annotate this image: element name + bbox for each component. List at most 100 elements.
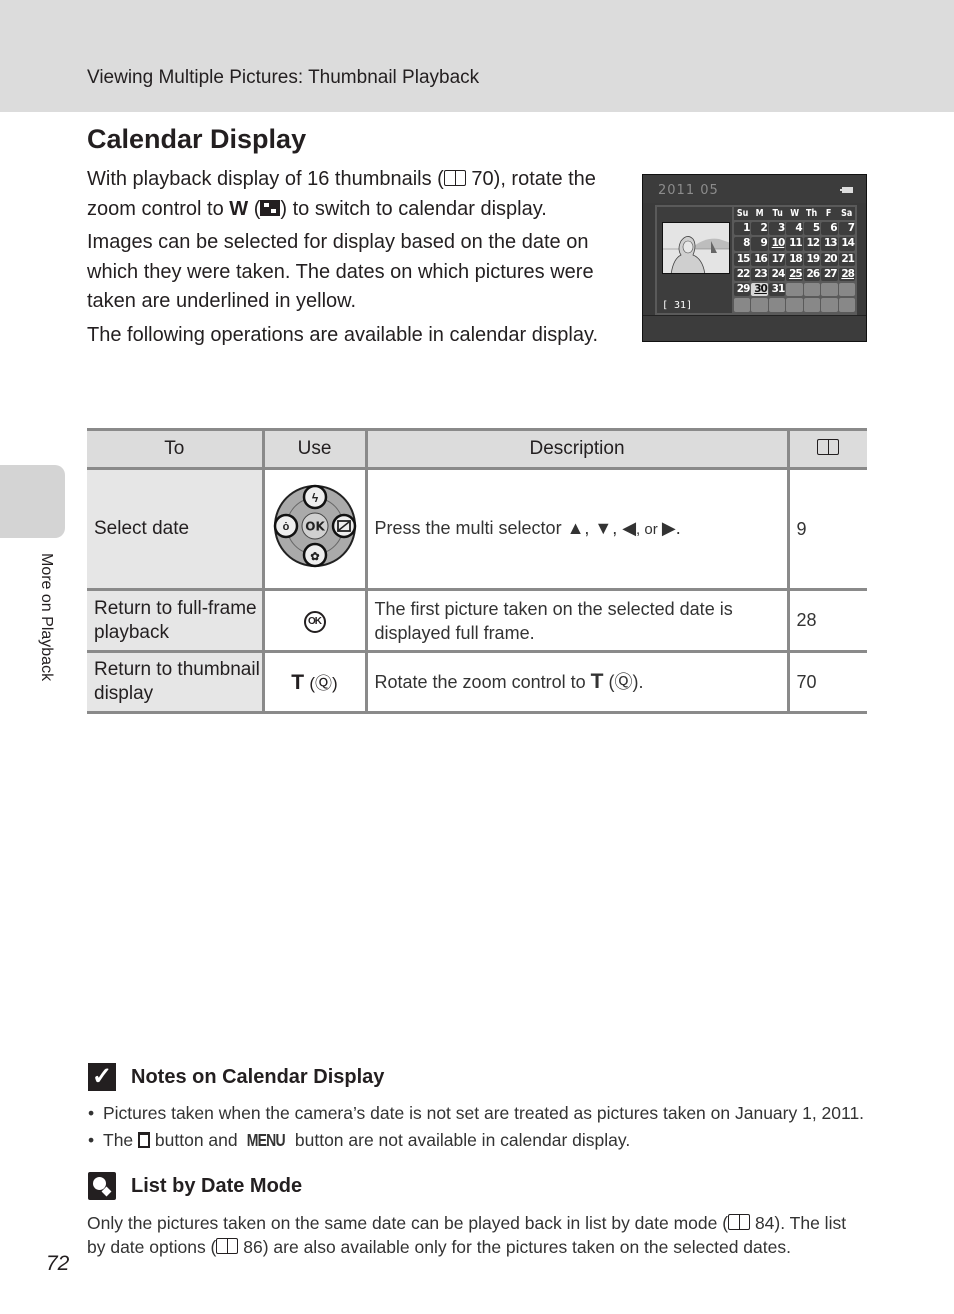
calendar-day[interactable]: 13 (821, 237, 838, 251)
operations-table: To Use Description Select date OK ϟ ✿ ȯ (87, 428, 867, 714)
table-header-row: To Use Description (87, 428, 867, 470)
weekday-label: Th (806, 208, 818, 219)
header-use: Use (261, 428, 368, 470)
svg-text:✿: ✿ (310, 551, 319, 563)
calendar-day[interactable]: 22 (734, 267, 750, 282)
calendar-day[interactable]: 29 (734, 283, 750, 297)
book-icon (728, 1214, 751, 1230)
calendar-day[interactable]: 14 (838, 237, 855, 251)
page-title: Calendar Display (87, 124, 307, 154)
calendar-day[interactable]: 28 (838, 267, 855, 282)
camera-top-bar: 2011 05 (643, 175, 866, 203)
notes-heading: ✓ Notes on Calendar Display (88, 1063, 384, 1091)
calendar-day[interactable]: 3 (768, 222, 785, 236)
weekday-label: F (826, 208, 832, 219)
calendar-day[interactable]: 25 (786, 267, 803, 282)
calendar-day[interactable]: 5 (803, 222, 820, 236)
menu-glyph: MENU (247, 1130, 286, 1150)
calendar-day (786, 298, 803, 312)
table-row: Return to full-frame playback OK The fir… (87, 588, 867, 653)
cell-description: Press the multi selector ▲, ▼, ◀, or ▶. (364, 467, 790, 591)
w-glyph: W (229, 197, 249, 220)
calendar: Su M Tu W Th F Sa 1 2 3 4 5 6 7 8 9 10 11 12 13 14 15 16 17 18 1… (734, 207, 855, 312)
calendar-day[interactable]: 9 (751, 237, 768, 251)
weekday-label: Sa (840, 208, 852, 219)
calendar-day[interactable]: 6 (821, 222, 838, 236)
calendar-day[interactable]: 10 (768, 237, 785, 251)
image-count: [ 31] (662, 300, 693, 311)
calendar-day (803, 298, 821, 312)
calendar-weekday-header: Su M Tu W Th F Sa (734, 207, 855, 220)
camera-panel: [ 31] Su M Tu W Th F Sa 1 2 3 4 5 6 7 8 9 10 11 12 13 14 15 1… (655, 205, 857, 315)
cell-to: Return to full-frame playback (87, 588, 265, 653)
calendar-day[interactable]: 26 (803, 267, 820, 282)
weekday-label: Tu (772, 208, 783, 219)
header-description: Description (364, 428, 790, 470)
check-icon: ✓ (88, 1063, 116, 1091)
calendar-day[interactable]: 8 (734, 237, 750, 251)
calendar-day-selected[interactable]: 30 (751, 283, 768, 297)
table-row: Return to thumbnail display T (Ⓠ) Rotate… (87, 650, 867, 714)
ok-button-icon: OK (303, 611, 326, 633)
chapter-label: More on Playback (38, 553, 55, 682)
calendar-day (768, 298, 786, 312)
calendar-day[interactable]: 12 (803, 237, 820, 251)
tip-heading: List by Date Mode (88, 1172, 302, 1200)
calendar-day[interactable]: 7 (838, 222, 855, 236)
calendar-day[interactable]: 21 (838, 252, 855, 266)
calendar-day[interactable]: 4 (786, 222, 803, 236)
header-to: To (87, 428, 265, 470)
svg-text:ȯ: ȯ (282, 521, 289, 533)
calendar-day[interactable]: 23 (751, 267, 768, 282)
cell-to: Return to thumbnail display (87, 650, 265, 714)
calendar-day[interactable]: 15 (734, 252, 750, 266)
page-number: 72 (46, 1252, 70, 1275)
camera-preview-area: [ 31] (657, 207, 732, 313)
header-band (0, 0, 954, 112)
t-glyph: T (590, 670, 604, 693)
calendar-day (821, 298, 838, 312)
calendar-day[interactable]: 27 (821, 267, 838, 282)
calendar-day[interactable]: 2 (751, 222, 768, 236)
thumbnail-preview (662, 222, 730, 274)
calendar-day[interactable]: 11 (786, 237, 803, 251)
svg-text:OK: OK (305, 520, 325, 534)
cell-ref: 28 (786, 588, 867, 653)
list-item: Pictures taken when the camera’s date is… (88, 1103, 864, 1124)
tip-body: Only the pictures taken on the same date… (87, 1213, 847, 1257)
lightbulb-icon (88, 1172, 116, 1200)
calendar-day[interactable]: 18 (786, 252, 803, 266)
calendar-day[interactable]: 31 (768, 283, 785, 297)
calendar-day (803, 283, 821, 297)
header-ref (786, 428, 867, 470)
list-item: The button and MENU button are not avail… (88, 1130, 864, 1151)
portrait-image-icon (663, 223, 729, 273)
weekday-label: W (790, 208, 799, 219)
calendar-day (786, 283, 803, 297)
multi-selector-icon: OK ϟ ✿ ȯ (273, 484, 356, 568)
calendar-day[interactable]: 20 (821, 252, 838, 266)
calendar-day[interactable]: 16 (751, 252, 768, 266)
calendar-day (838, 298, 855, 312)
page-ref: 70 (471, 168, 494, 190)
tip-title: List by Date Mode (131, 1174, 303, 1197)
cell-use: OK (261, 588, 368, 653)
chapter-tab (0, 465, 65, 538)
cell-use: OK ϟ ✿ ȯ (261, 467, 368, 591)
intro-paragraph-1: With playback display of 16 thumbnails (… (87, 168, 596, 220)
calendar-day[interactable]: 24 (768, 267, 785, 282)
battery-icon (840, 187, 853, 193)
intro-text: With playback display of 16 thumbnails (… (87, 165, 622, 354)
cell-ref: 70 (786, 650, 867, 714)
section-header: Viewing Multiple Pictures: Thumbnail Pla… (87, 67, 480, 88)
t-glyph: T (291, 671, 305, 694)
calendar-day (838, 283, 855, 297)
cell-use: T (Ⓠ) (261, 650, 368, 714)
calendar-day[interactable]: 1 (734, 222, 750, 236)
cell-ref: 9 (786, 467, 867, 591)
cell-description: Rotate the zoom control to T (Ⓠ). (364, 650, 790, 714)
calendar-day[interactable]: 17 (768, 252, 785, 266)
svg-text:ϟ: ϟ (311, 491, 318, 505)
notes-list: Pictures taken when the camera’s date is… (88, 1103, 864, 1157)
calendar-day[interactable]: 19 (803, 252, 820, 266)
